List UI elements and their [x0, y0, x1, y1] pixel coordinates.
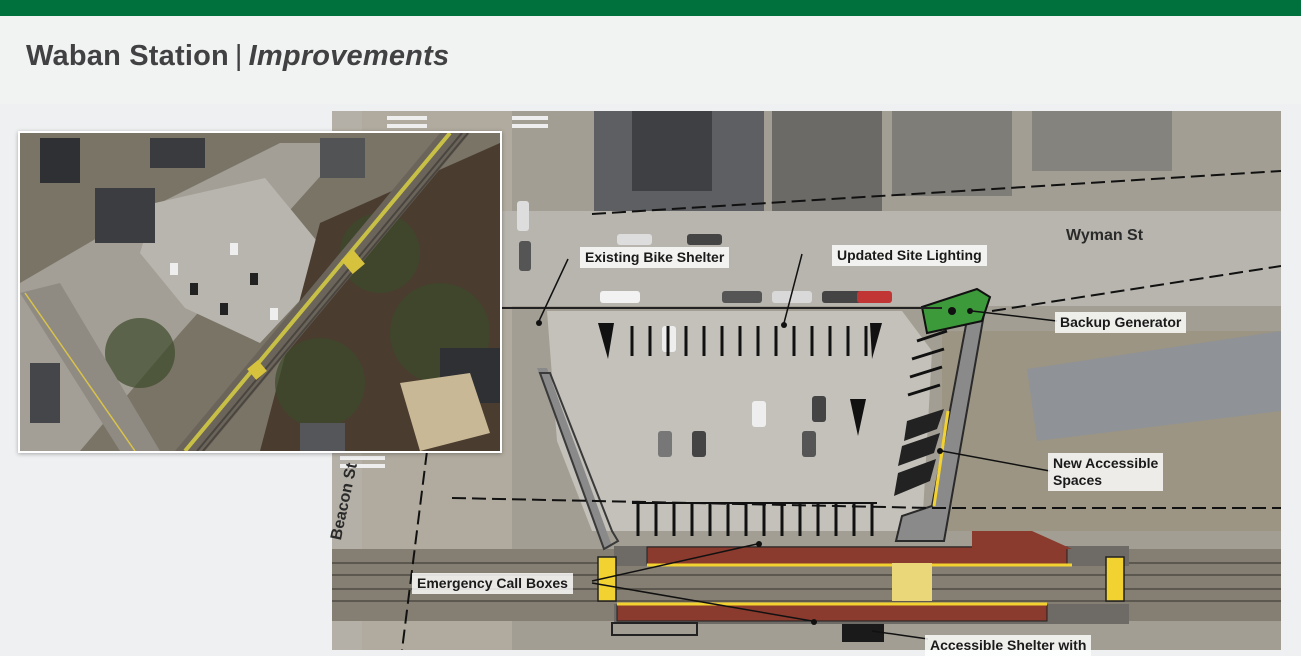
callout-bike-shelter: Existing Bike Shelter [580, 247, 730, 268]
slide-title: Waban Station | Improvements [26, 40, 449, 73]
callout-call-boxes: Emergency Call Boxes [412, 573, 573, 594]
title-separator: | [234, 40, 243, 72]
brand-bar [0, 0, 1301, 16]
aerial-photo-graphic [20, 133, 500, 451]
callout-accessible-shelter: Accessible Shelter with [925, 635, 1092, 656]
callout-accessible-spaces: New Accessible Spaces [1048, 453, 1164, 491]
title-subtitle: Improvements [248, 40, 450, 72]
callout-site-lighting: Updated Site Lighting [832, 245, 987, 266]
callout-backup-generator: Backup Generator [1055, 312, 1187, 333]
callout-accessible-spaces-line2: Spaces [1053, 472, 1103, 488]
aerial-inset-photo [18, 131, 502, 453]
callout-accessible-spaces-line1: New Accessible [1053, 455, 1159, 471]
street-label-wyman: Wyman St [1066, 227, 1144, 244]
title-main: Waban Station [26, 40, 229, 72]
